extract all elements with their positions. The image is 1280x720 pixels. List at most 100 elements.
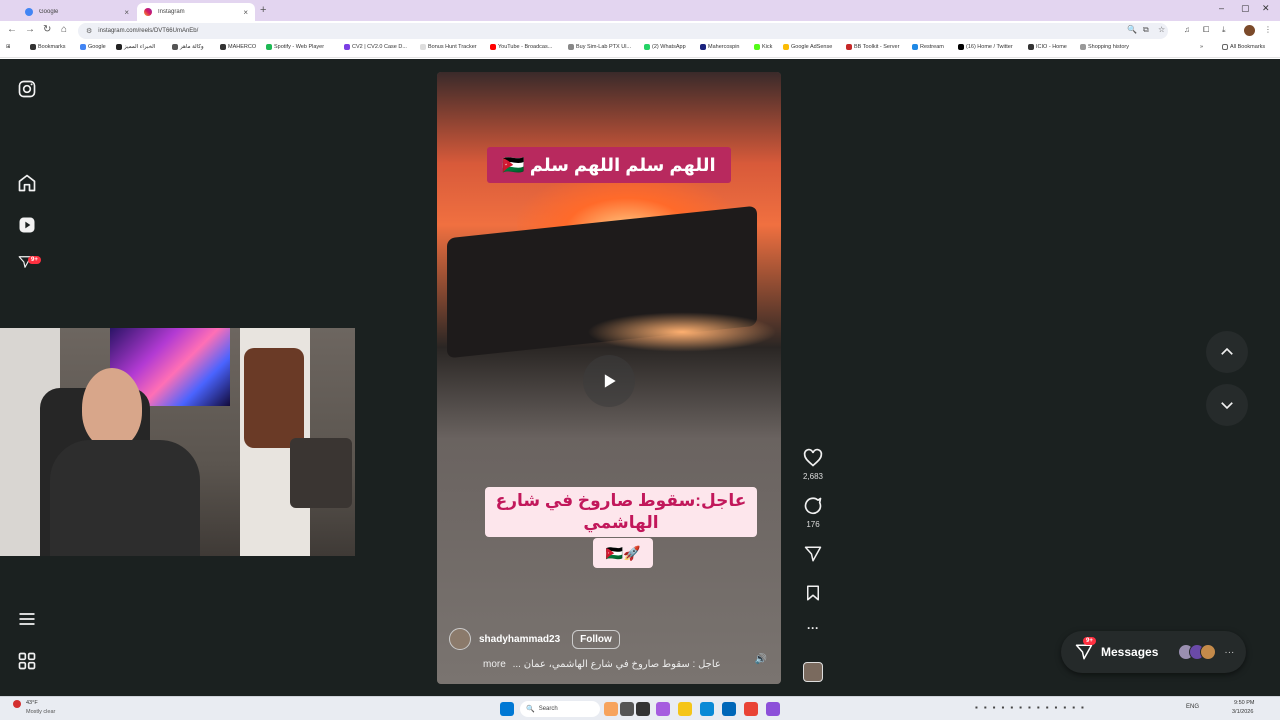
bookmark-item[interactable]: YouTube - Broadcas... <box>490 44 552 50</box>
bookmark-item[interactable]: ICIO - Home <box>1028 44 1067 50</box>
chrome-icon[interactable] <box>744 702 758 716</box>
next-reel-button[interactable] <box>1206 384 1248 426</box>
search-placeholder: Search <box>538 706 558 712</box>
bookmark-item[interactable]: Mahercospin <box>700 44 740 50</box>
edge-icon[interactable] <box>700 702 714 716</box>
maximize-icon[interactable]: ▢ <box>1241 3 1250 14</box>
audio-thumbnail[interactable] <box>800 662 826 682</box>
bookmark-item[interactable]: Restream <box>912 44 944 50</box>
bookmark-item[interactable]: Buy Sim-Lab PTX Ul... <box>568 44 631 50</box>
url-text: instagram.com/reels/DVT66UmAnEb/ <box>98 28 199 34</box>
site-info-icon[interactable]: ⚙ <box>86 27 92 35</box>
reel-caption: more عاجل : سقوط صاروخ في شارع الهاشمي، … <box>483 659 753 670</box>
store-icon[interactable] <box>722 702 736 716</box>
bookmark-star-icon[interactable]: ☆ <box>1158 25 1165 34</box>
bookmark-item[interactable]: Spotify - Web Player <box>266 44 324 50</box>
author-avatar[interactable] <box>449 628 471 650</box>
messages-button[interactable]: 9+ Messages ··· <box>1061 631 1246 673</box>
reel-video[interactable]: اللهم سلم اللهم سلم 🇯🇴 عاجل:سقوط صاروخ ف… <box>437 72 781 684</box>
bookmark-icon[interactable] <box>804 584 822 602</box>
bookmark-item[interactable]: Bookmarks <box>30 44 66 50</box>
bookmark-item[interactable]: (16) Home / Twitter <box>958 44 1013 50</box>
also-from-meta-icon[interactable] <box>17 651 37 671</box>
home-icon[interactable] <box>17 173 37 193</box>
browser-tab-strip: Google × Instagram × + – ▢ ✕ <box>0 0 1280 21</box>
play-button[interactable] <box>583 355 635 407</box>
zoom-icon[interactable]: 🔍 <box>1127 25 1137 34</box>
system-tray-icons[interactable]: ▪▪▪▪▪▪▪▪▪▪▪▪▪ <box>975 703 1090 712</box>
tab-google[interactable]: Google × <box>18 3 136 21</box>
new-tab-icon[interactable]: + <box>260 4 266 16</box>
message-avatars <box>1178 644 1217 660</box>
all-bookmarks-button[interactable]: All Bookmarks <box>1222 44 1265 50</box>
forward-icon[interactable]: → <box>25 24 35 35</box>
tab-title: Instagram <box>158 9 185 15</box>
previous-reel-button[interactable] <box>1206 331 1248 373</box>
reload-icon[interactable]: ↻ <box>43 24 51 35</box>
start-icon[interactable] <box>500 702 514 716</box>
close-window-icon[interactable]: ✕ <box>1262 3 1270 14</box>
reels-icon[interactable] <box>17 215 37 235</box>
caption-more-link[interactable]: more <box>483 659 506 670</box>
chevron-down-icon <box>1221 402 1233 410</box>
bookmark-item[interactable]: BB Toolkit - Server <box>846 44 899 50</box>
bookmark-item[interactable]: الخبراء المميز <box>116 44 155 50</box>
extensions-icon[interactable]: ⧠ <box>1203 25 1209 35</box>
profile-avatar[interactable] <box>1244 25 1255 36</box>
heart-icon[interactable] <box>803 448 823 468</box>
taskbar-app-icon[interactable] <box>766 702 780 716</box>
bookmark-item[interactable]: Shopping history <box>1080 44 1129 50</box>
install-icon[interactable]: ⧉ <box>1143 25 1149 35</box>
google-favicon-icon <box>25 8 33 16</box>
author-username[interactable]: shadyhammad23 <box>479 634 560 645</box>
windows-taskbar: 43°F Mostly clear 🔍 Search ▪▪▪▪▪▪▪▪▪▪▪▪▪… <box>0 696 1280 720</box>
comment-action[interactable]: 176 <box>800 496 826 529</box>
file-explorer-icon[interactable] <box>678 702 692 716</box>
address-bar[interactable]: ⚙ instagram.com/reels/DVT66UmAnEb/ <box>78 23 1168 39</box>
back-icon[interactable]: ← <box>7 24 17 35</box>
tab-instagram[interactable]: Instagram × <box>137 3 255 21</box>
taskbar-app-icon[interactable] <box>656 702 670 716</box>
bookmark-item[interactable]: وكالة ماهر <box>172 44 204 50</box>
home-icon[interactable]: ⌂ <box>61 24 67 35</box>
instagram-logo-icon[interactable] <box>17 79 37 99</box>
menu-icon[interactable]: ⋮ <box>1264 25 1272 34</box>
share-icon[interactable] <box>804 545 822 563</box>
task-view-icon[interactable] <box>636 702 650 716</box>
downloads-icon[interactable]: ⤓ <box>1222 25 1226 35</box>
bookmark-item[interactable]: MAHERCO <box>220 44 256 50</box>
apps-icon[interactable]: ⊞ <box>6 44 11 50</box>
clock-time[interactable]: 9:50 PM <box>1234 700 1254 706</box>
bookmark-item[interactable]: CV2 | CV2.0 Case D... <box>344 44 407 50</box>
more-bookmarks-icon[interactable]: » <box>1200 44 1203 50</box>
volume-icon[interactable]: 🔊 <box>755 654 767 665</box>
bookmark-item[interactable]: Bonus Hunt Tracker <box>420 44 477 50</box>
bookmark-item[interactable]: Google <box>80 44 106 50</box>
taskbar-app-icon[interactable] <box>604 702 618 716</box>
share-action[interactable] <box>800 545 826 565</box>
follow-button[interactable]: Follow <box>572 629 620 649</box>
video-overlay-text-bottom: عاجل:سقوط صاروخ في شارع الهاشمي <box>485 487 757 537</box>
taskbar-search[interactable]: 🔍 Search <box>520 701 600 717</box>
close-tab-icon[interactable]: × <box>243 8 248 17</box>
minimize-icon[interactable]: – <box>1219 3 1224 13</box>
instagram-page: 9+ اللهم سلم اللهم سلم 🇯🇴 عاجل:سقوط صارو… <box>0 59 1280 696</box>
caption-text: عاجل : سقوط صاروخ في شارع الهاشمي، عمان … <box>512 659 721 670</box>
messages-badge: 9+ <box>1083 637 1096 645</box>
bookmark-item[interactable]: (2) WhatsApp <box>644 44 686 50</box>
clock-date[interactable]: 3/1/2026 <box>1232 709 1253 715</box>
speaker <box>290 438 352 508</box>
bookmark-item[interactable]: Kick <box>754 44 772 50</box>
search-icon: 🔍 <box>526 706 535 713</box>
like-action[interactable]: 2,683 <box>800 448 826 481</box>
save-action[interactable] <box>800 584 826 604</box>
media-icon[interactable]: ♫ <box>1184 25 1190 34</box>
comment-icon[interactable] <box>803 496 823 516</box>
language-indicator[interactable]: ENG <box>1186 704 1199 710</box>
taskbar-app-icon[interactable] <box>620 702 634 716</box>
bookmark-item[interactable]: Google AdSense <box>783 44 832 50</box>
more-menu-icon[interactable] <box>17 609 37 629</box>
more-options-icon[interactable]: ··· <box>800 621 826 635</box>
close-tab-icon[interactable]: × <box>124 8 129 17</box>
weather-desc: Mostly clear <box>26 709 56 715</box>
